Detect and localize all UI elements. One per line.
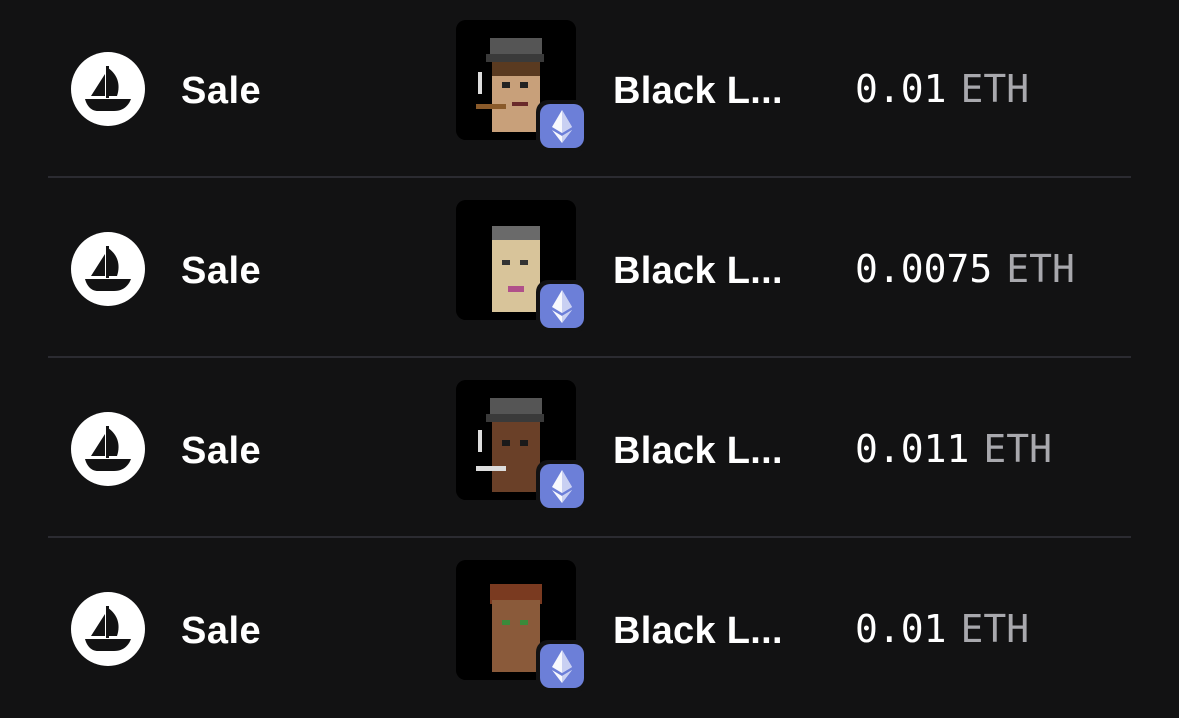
nft-thumbnail[interactable] xyxy=(456,20,588,152)
nft-name[interactable]: Black L... xyxy=(613,612,783,650)
price-amount: 0.0075 xyxy=(855,247,993,291)
row-divider xyxy=(48,536,1131,538)
activity-row[interactable]: Sale Black L... 0.01 ETH xyxy=(0,540,1179,718)
price-currency: ETH xyxy=(960,67,1030,111)
ethereum-icon xyxy=(552,290,572,323)
opensea-logo-icon xyxy=(71,52,145,126)
nft-thumbnail[interactable] xyxy=(456,380,588,512)
price-currency: ETH xyxy=(960,607,1030,651)
nft-thumbnail[interactable] xyxy=(456,560,588,692)
event-type-label: Sale xyxy=(181,430,262,472)
sale-price: 0.01 ETH xyxy=(855,70,1029,108)
activity-list: Sale Black L... 0.01 ETH Sale Black L...… xyxy=(0,0,1179,715)
ethereum-icon xyxy=(552,470,572,503)
nft-name[interactable]: Black L... xyxy=(613,432,783,470)
activity-row[interactable]: Sale xyxy=(0,360,1179,538)
ethereum-icon xyxy=(552,110,572,143)
nft-name[interactable]: Black L... xyxy=(613,252,783,290)
event-type-label: Sale xyxy=(181,250,262,292)
price-amount: 0.01 xyxy=(855,67,947,111)
sale-price: 0.011 ETH xyxy=(855,430,1052,468)
ethereum-icon xyxy=(552,650,572,683)
price-currency: ETH xyxy=(1006,247,1075,291)
opensea-logo-icon xyxy=(71,232,145,306)
ethereum-chain-badge xyxy=(536,280,588,332)
price-amount: 0.011 xyxy=(855,427,970,471)
nft-thumbnail[interactable] xyxy=(456,200,588,332)
sale-price: 0.01 ETH xyxy=(855,610,1029,648)
price-currency: ETH xyxy=(983,427,1053,471)
activity-row[interactable]: Sale xyxy=(0,0,1179,178)
event-type-label: Sale xyxy=(181,610,262,652)
sale-price: 0.0075 ETH xyxy=(855,250,1075,288)
event-type-label: Sale xyxy=(181,70,262,112)
row-divider xyxy=(48,176,1131,178)
ethereum-chain-badge xyxy=(536,640,588,692)
nft-name[interactable]: Black L... xyxy=(613,72,783,110)
ethereum-chain-badge xyxy=(536,460,588,512)
activity-row[interactable]: Sale xyxy=(0,180,1179,358)
opensea-logo-icon xyxy=(71,412,145,486)
opensea-logo-icon xyxy=(71,592,145,666)
price-amount: 0.01 xyxy=(855,607,947,651)
row-divider xyxy=(48,356,1131,358)
ethereum-chain-badge xyxy=(536,100,588,152)
